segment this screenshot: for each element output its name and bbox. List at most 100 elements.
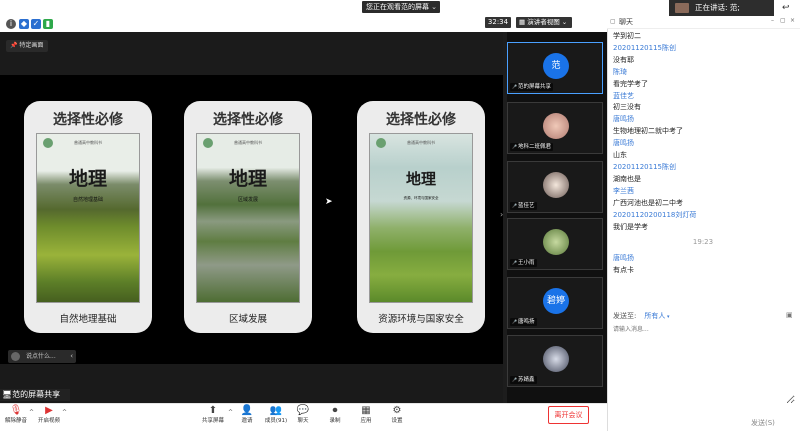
minimize-icon[interactable]: – [771,17,774,24]
share-screen-button[interactable]: ⬆ 共享屏幕 [200,405,226,429]
participant-name: 苏婧鑫 [510,376,537,384]
close-icon[interactable]: × [790,17,795,24]
participant-name: 唐鸣扬 [510,318,537,326]
chat-sender[interactable]: 20201120115陈创 [613,43,799,55]
textbook-card-2: 选择性必修 普通高中教科书 地理 区域发展 区域发展 [184,101,312,333]
participant-tile[interactable]: 碧婷 唐鸣扬 [507,277,603,329]
participant-tile[interactable]: 王小雨 [507,218,603,270]
chat-sender[interactable]: 唐鸣扬 [613,138,799,150]
chat-message: 广西河池也是初二中考 [613,198,683,207]
view-option-button[interactable]: 📌 特定画面 [6,40,48,52]
card-footer: 资源环境与国家安全 [378,314,464,325]
book-cover: 普通高中教科书 地理 资源、环境与国家安全 [369,133,473,303]
mute-button[interactable]: 🎙 解除静音 [3,405,29,429]
cover-topic: 资源、环境与国家安全 [403,196,439,200]
participant-tile[interactable]: 苏婧鑫 [507,335,603,387]
chevron-up-icon[interactable]: ^ [62,409,67,416]
gear-icon: ⚙ [392,405,402,416]
screen-share-label: 🖥范的屏幕共享 [0,389,70,401]
chat-sender[interactable]: 唐鸣扬 [613,114,799,126]
viewing-banner[interactable]: 您正在观看范的屏幕 ⌄ [362,1,440,13]
video-off-icon: ▶ [45,405,53,416]
participant-tile[interactable]: 范 范的屏幕共享 [507,42,603,94]
participant-tile[interactable]: 地科二班佩君 [507,102,603,154]
chat-button[interactable]: 💬 聊天 [293,405,313,429]
cover-publisher: 普通高中教科书 [407,140,435,145]
chat-input[interactable] [613,324,795,404]
meeting-timer: 32:34 [485,17,511,28]
say-something-input[interactable]: 说点什么... ‹ [8,350,76,363]
book-cover: 普通高中教科书 地理 自然地理基础 [36,133,140,303]
chevron-up-icon[interactable]: ^ [228,409,233,416]
textbook-card-3: 选择性必修 普通高中教科书 地理 资源、环境与国家安全 资源环境与国家安全 [357,101,485,333]
textbook-card-1: 选择性必修 普通高中教科书 地理 自然地理基础 自然地理基础 [24,101,152,333]
chat-message: 学到初二 [613,32,641,40]
chat-sender[interactable]: 20201120115陈创 [613,162,799,174]
send-to-selector[interactable]: 发送至: 所有人 ▾ [613,311,669,321]
chevron-right-icon[interactable]: › [500,210,503,219]
back-arrow-icon[interactable]: ↩ [782,3,790,13]
chat-sender[interactable]: 20201120200118刘灯荷 [613,210,799,222]
microphone-muted-icon: 🎙 [9,405,23,416]
share-screen-icon: ⬆ [208,405,218,416]
participant-tile[interactable]: 蓝佳艺 [507,161,603,213]
apps-button[interactable]: ▦ 应用 [355,405,377,429]
card-footer: 自然地理基础 [59,314,117,325]
cover-title: 地理 [68,168,107,190]
chat-sender[interactable]: 唐鸣扬 [613,253,799,265]
avatar [543,172,569,198]
chat-message: 我们是学考 [613,222,648,231]
chevron-up-icon[interactable]: ^ [29,409,34,416]
cover-title: 地理 [228,168,267,190]
chat-message: 初三没有 [613,103,641,112]
chat-message: 看完学考了 [613,79,648,88]
participants-icon: 👥 [269,405,283,416]
chat-message: 山东 [613,151,627,160]
avatar: 碧婷 [543,288,569,314]
chat-title: 聊天 [619,18,633,26]
avatar [675,3,689,13]
chat-icon: ▢ [610,18,616,25]
view-mode-button[interactable]: ▦ 演讲者视图 ⌄ [516,17,572,28]
cover-topic: 区域发展 [237,197,258,203]
speaking-indicator: 正在讲话: 范; [669,0,774,16]
leave-meeting-button[interactable]: 离开会议 [548,406,589,424]
cover-publisher: 普通高中教科书 [74,140,102,145]
chat-message: 湖南也是 [613,174,641,183]
avatar [543,113,569,139]
chat-message: 没有耶 [613,55,634,64]
apps-grid-icon: ▦ [361,405,371,416]
mouse-cursor-icon: ➤ [325,197,333,207]
card-footer: 区域发展 [228,314,267,325]
chat-message: 生物地理初二就中考了 [613,127,683,136]
chevron-down-icon[interactable]: ⌄ [431,1,437,13]
chat-sender[interactable]: 蓝佳艺 [613,91,799,103]
card-title: 选择性必修 [386,112,456,128]
chat-message: 有点卡 [613,266,634,275]
shield-icon[interactable]: ◆ [19,19,29,29]
send-button[interactable]: 发送(S) [751,418,775,428]
participants-button[interactable]: 👥 成员(91) [262,405,290,429]
chat-sender[interactable]: 李兰茜 [613,186,799,198]
chat-sender[interactable]: 陈琦 [613,67,799,79]
video-button[interactable]: ▶ 开启视频 [36,405,62,429]
participant-name: 地科二班佩君 [510,143,553,151]
file-icon[interactable]: ▣ [786,311,793,319]
shield-check-icon[interactable]: ✓ [31,19,41,29]
participant-name: 蓝佳艺 [510,202,537,210]
record-icon: ⏺ [332,405,338,416]
card-title: 选择性必修 [213,112,283,128]
popout-icon[interactable]: ▢ [780,17,786,24]
cover-publisher: 普通高中教科书 [234,140,262,145]
info-icon[interactable]: i [6,19,16,29]
send-to-value[interactable]: 所有人 [644,312,665,320]
book-cover: 普通高中教科书 地理 区域发展 [196,133,300,303]
chevron-left-icon[interactable]: ‹ [70,350,73,363]
avatar: 范 [543,53,569,79]
settings-button[interactable]: ⚙ 设置 [386,405,408,429]
chat-messages: 学到初二 20201120115陈创 没有耶 陈琦 看完学考了 蓝佳艺 初三没有 唐鸣扬 生物地… [613,31,799,277]
cover-title: 地理 [405,170,436,188]
chat-bubble-icon: 💬 [296,405,310,416]
record-button[interactable]: ⏺ 录制 [325,405,345,429]
invite-button[interactable]: 👤 邀请 [234,405,260,429]
